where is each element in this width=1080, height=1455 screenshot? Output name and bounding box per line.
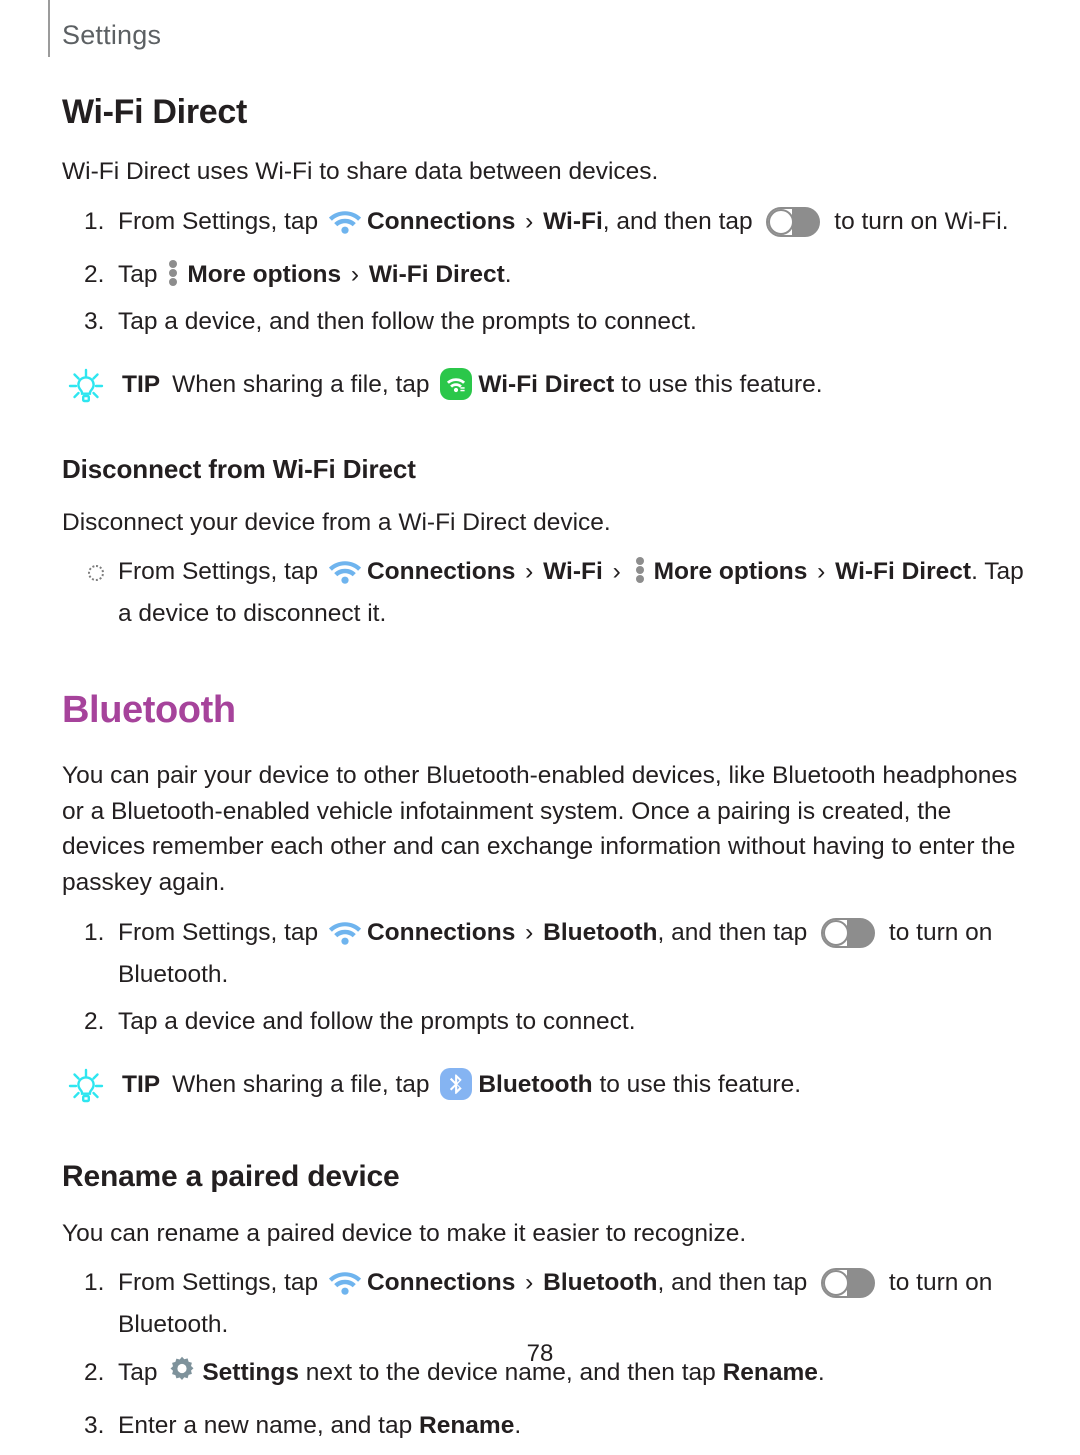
- step-item: 3. Tap a device, and then follow the prom…: [62, 304, 1024, 341]
- ui-label: Bluetooth: [478, 1071, 593, 1099]
- step-text: From Settings, tap: [118, 1269, 325, 1297]
- toggle-knob: [768, 208, 795, 235]
- dotted-circle-bullet-icon: [88, 565, 104, 582]
- intro-disconnect-wifi-direct: Disconnect your device from a Wi-Fi Dire…: [62, 508, 611, 536]
- step-number: 3.: [84, 1411, 105, 1439]
- heading-disconnect-wifi-direct: Disconnect from Wi-Fi Direct: [62, 453, 416, 484]
- steps-wifi-direct: 1. From Settings, tap Connections › Wi-Fi…: [62, 204, 1024, 341]
- wifi-icon: [328, 557, 362, 596]
- ui-label: Wi-Fi: [543, 207, 603, 235]
- ui-label: Bluetooth: [543, 1269, 658, 1297]
- breadcrumb-separator: ›: [518, 558, 541, 586]
- step-item: 3. Enter a new name, and tap Rename.: [62, 1408, 1024, 1445]
- step-text: When sharing a file, tap: [172, 1071, 437, 1099]
- intro-bluetooth: You can pair your device to other Blueto…: [62, 761, 1018, 897]
- tip-body: When sharing a file, tap Bluetooth to us…: [172, 1067, 801, 1103]
- step-text: .: [514, 1411, 522, 1439]
- step-text: , and then tap: [657, 918, 815, 946]
- step-text: .: [504, 260, 512, 288]
- tip-label: TIP: [122, 1071, 161, 1099]
- header-rule: [48, 0, 50, 57]
- intro-wifi-direct: Wi-Fi Direct uses Wi-Fi to share data be…: [62, 158, 659, 185]
- step-text: Tap: [118, 260, 165, 288]
- step-number: 2.: [84, 260, 105, 288]
- bluetooth-badge-icon: [440, 1068, 473, 1101]
- step-text: to turn on Wi-Fi.: [827, 207, 1009, 235]
- step-number: 1.: [84, 207, 105, 235]
- step-text: , and then tap: [657, 1269, 815, 1297]
- document-page: Settings Wi-Fi Direct Wi-Fi Direct uses …: [0, 0, 1080, 1439]
- ui-label: Connections: [366, 1269, 516, 1297]
- bullet-item: From Settings, tap Connections › Wi-Fi ›…: [62, 554, 1024, 633]
- toggle-switch-icon[interactable]: [821, 917, 876, 948]
- breadcrumb-separator: ›: [344, 260, 366, 288]
- tip-bulb-icon: [68, 368, 104, 417]
- step-number: 1.: [84, 1269, 105, 1297]
- step-text: to use this feature.: [592, 1071, 802, 1099]
- step-text: Tap a device, and then follow the prompt…: [118, 308, 697, 336]
- ui-label: Wi-Fi Direct: [368, 260, 505, 288]
- toggle-knob: [823, 1270, 850, 1297]
- running-header: Settings: [48, 0, 162, 57]
- step-item: 1. From Settings, tap Connections › Bluet…: [62, 1265, 1024, 1344]
- tip-bluetooth: TIP When sharing a file, tap Bluetooth to…: [62, 1067, 1024, 1116]
- page-number: 78: [526, 1340, 554, 1367]
- step-item: 2. Tap More options › Wi-Fi Direct.: [62, 257, 1024, 294]
- breadcrumb-separator: ›: [518, 1269, 541, 1297]
- step-number: 1.: [84, 918, 105, 946]
- wifi-icon: [328, 1268, 362, 1307]
- ui-label: Connections: [366, 558, 516, 586]
- running-header-label: Settings: [62, 20, 162, 50]
- tip-label: TIP: [122, 371, 161, 399]
- step-number: 3.: [84, 308, 105, 336]
- step-text: to use this feature.: [614, 371, 823, 399]
- step-text: , and then tap: [602, 207, 760, 235]
- step-text: Enter a new name, and tap: [118, 1411, 419, 1439]
- step-text: From Settings, tap: [118, 918, 325, 946]
- step-text: When sharing a file, tap: [172, 371, 437, 399]
- steps-bluetooth: 1. From Settings, tap Connections › Bluet…: [62, 915, 1024, 1041]
- ui-label: Bluetooth: [543, 918, 658, 946]
- step-item: 1. From Settings, tap Connections › Bluet…: [62, 915, 1024, 994]
- heading-bluetooth: Bluetooth: [62, 688, 236, 731]
- step-item: 1. From Settings, tap Connections › Wi-Fi…: [62, 204, 1024, 246]
- ui-label: Rename: [419, 1411, 515, 1439]
- more-options-icon: [635, 557, 645, 584]
- ui-label: Wi-Fi Direct: [835, 558, 972, 586]
- breadcrumb-separator: ›: [518, 918, 541, 946]
- ui-label: Connections: [366, 918, 516, 946]
- heading-rename-paired-device: Rename a paired device: [62, 1159, 400, 1193]
- breadcrumb-separator: ›: [605, 558, 628, 586]
- bullets-disconnect-wifi-direct: From Settings, tap Connections › Wi-Fi ›…: [62, 554, 1024, 633]
- breadcrumb-separator: ›: [810, 558, 833, 586]
- ui-label: More options: [187, 260, 342, 288]
- ui-label: More options: [653, 558, 808, 586]
- intro-rename-paired-device: You can rename a paired device to make i…: [62, 1219, 747, 1247]
- wifi-icon: [328, 918, 362, 957]
- more-options-icon: [169, 259, 178, 286]
- wifi-direct-badge-icon: [440, 368, 473, 401]
- ui-label: Wi-Fi Direct: [478, 371, 615, 399]
- tip-body: When sharing a file, tap Wi-Fi Direct to…: [172, 367, 823, 403]
- breadcrumb-separator: ›: [518, 207, 541, 235]
- tip-bulb-icon: [68, 1068, 104, 1117]
- step-text: From Settings, tap: [118, 558, 325, 586]
- wifi-icon: [328, 207, 362, 246]
- tip-wifi-direct: TIP When sharing a file, tap Wi-Fi Direct…: [62, 367, 1024, 416]
- step-number: 2.: [84, 1008, 105, 1036]
- step-text: From Settings, tap: [118, 207, 325, 235]
- step-item: 2. Tap a device and follow the prompts to…: [62, 1004, 1024, 1041]
- ui-label: Connections: [366, 207, 516, 235]
- step-text: Tap a device and follow the prompts to c…: [118, 1008, 636, 1036]
- toggle-switch-icon[interactable]: [766, 206, 821, 237]
- toggle-knob: [823, 919, 850, 946]
- ui-label: Wi-Fi: [543, 558, 603, 586]
- toggle-switch-icon[interactable]: [821, 1268, 876, 1299]
- page-content: Wi-Fi Direct Wi-Fi Direct uses Wi-Fi to …: [62, 93, 1024, 1455]
- heading-wifi-direct: Wi-Fi Direct: [62, 93, 247, 131]
